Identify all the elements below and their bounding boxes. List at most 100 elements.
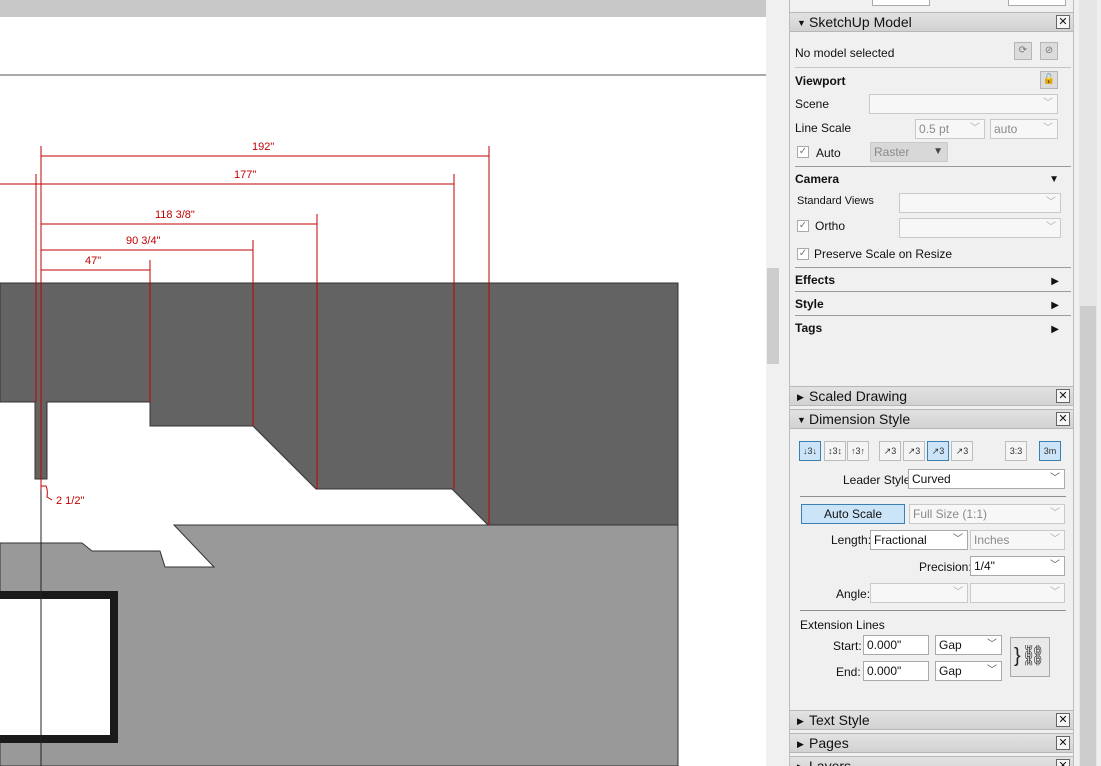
inspector-scrollbar-thumb[interactable] [1080, 306, 1096, 766]
panel-title: Layers [809, 758, 852, 766]
panel-header-dimension-style[interactable]: ▼ Dimension Style ✕ [790, 409, 1073, 429]
panel-header-layers[interactable]: ▶Layers ✕ [790, 756, 1073, 766]
expand-triangle-icon: ▶ [797, 392, 804, 402]
scene-select[interactable]: ﹀ [869, 94, 1058, 114]
length-label: Length: [831, 533, 872, 547]
show-units-icon[interactable]: 3:3 [1005, 441, 1027, 461]
line-scale-mode-select[interactable]: auto ﹀ [990, 119, 1058, 139]
refresh-icon[interactable]: ⟳ [1014, 42, 1032, 60]
length-unit-select[interactable]: Inches ﹀ [970, 530, 1065, 550]
close-icon[interactable]: ✕ [1056, 759, 1070, 766]
chevron-down-icon: ﹀ [1043, 98, 1053, 109]
auto-scale-button[interactable]: Auto Scale [801, 504, 905, 524]
angle-precision-select[interactable]: ﹀ [970, 583, 1065, 603]
expand-triangle-icon: ▶ [797, 739, 804, 749]
top-field-right[interactable] [1008, 0, 1066, 6]
auto-label: Auto [816, 146, 841, 160]
unlink-icon[interactable]: ⊘ [1040, 42, 1058, 60]
scene-label: Scene [795, 97, 830, 111]
style-label: Style [795, 297, 824, 311]
precision-select[interactable]: 1/4" ﹀ [970, 556, 1065, 576]
expand-triangle-icon: ▶ [797, 716, 804, 726]
panel-header-scaled-drawing[interactable]: ▶ Scaled Drawing ✕ [790, 386, 1073, 406]
window-glass [0, 599, 110, 735]
align-angled-icon[interactable]: ↗3 [951, 441, 973, 461]
dim-label-192: 192" [252, 141, 274, 153]
expand-triangle-icon: ▶ [797, 758, 809, 766]
panel-title: Dimension Style [809, 411, 911, 427]
panel-title: Pages [809, 735, 849, 751]
dim-label-90: 90 3/4" [126, 235, 161, 247]
line-scale-select[interactable]: 0.5 pt ﹀ [915, 119, 985, 139]
align-horizontal-icon[interactable]: ↗3 [879, 441, 901, 461]
chevron-down-icon: ﹀ [1050, 560, 1060, 571]
chevron-down-icon: ﹀ [953, 534, 963, 545]
panel-gutter [780, 0, 789, 766]
standard-views-label: Standard Views [797, 195, 874, 207]
panel-title: SketchUp Model [809, 14, 912, 30]
expand-right-icon[interactable]: ▶ [1051, 276, 1059, 287]
camera-label: Camera [795, 172, 840, 186]
text-below-icon[interactable]: ↑3↑ [847, 441, 869, 461]
end-label: End: [836, 665, 861, 679]
align-perpendicular-icon[interactable]: ↗3 [927, 441, 949, 461]
chevron-down-icon: ﹀ [987, 639, 997, 650]
chevron-down-icon: ﹀ [1050, 534, 1060, 545]
angle-format-select[interactable]: ﹀ [870, 583, 968, 603]
expand-right-icon[interactable]: ▶ [1051, 324, 1059, 335]
inspector-scrollbar[interactable] [1075, 0, 1101, 766]
standard-views-select[interactable]: ﹀ [899, 193, 1061, 213]
preserve-scale-label: Preserve Scale on Resize [814, 247, 953, 261]
start-input[interactable]: 0.000" [863, 635, 929, 655]
chain-link-icon[interactable]: }⛓ [1010, 637, 1050, 677]
end-mode-select[interactable]: Gap ﹀ [935, 661, 1002, 681]
top-field-left[interactable] [872, 0, 930, 6]
scale-select[interactable]: Full Size (1:1) ﹀ [909, 504, 1065, 524]
show-unit-label-icon[interactable]: 3m [1039, 441, 1061, 461]
extension-lines-label: Extension Lines [800, 618, 885, 632]
chevron-down-icon: ﹀ [1043, 123, 1053, 134]
dim-label-2-1-2: 2 1/2" [56, 495, 84, 507]
panel-title: Text Style [809, 712, 870, 728]
collapse-triangle-icon: ▼ [797, 415, 806, 425]
dim-label-177: 177" [234, 169, 256, 181]
drawing-svg: 192" 177" 118 3/8" 90 3/4" 47" 2 1/2" [0, 74, 766, 766]
close-icon[interactable]: ✕ [1056, 736, 1070, 750]
auto-checkbox[interactable]: ✓ [797, 146, 809, 158]
expand-right-icon[interactable]: ▶ [1051, 300, 1059, 311]
close-icon[interactable]: ✕ [1056, 713, 1070, 727]
ortho-checkbox[interactable]: ✓ [797, 220, 809, 232]
start-mode-select[interactable]: Gap ﹀ [935, 635, 1002, 655]
angle-label: Angle: [836, 587, 871, 601]
length-format-select[interactable]: Fractional ﹀ [870, 530, 968, 550]
leader-style-select[interactable]: Curved ﹀ [908, 469, 1065, 489]
ortho-select[interactable]: ﹀ [899, 218, 1061, 238]
text-inline-icon[interactable]: ↕3↕ [824, 441, 846, 461]
lock-icon[interactable]: 🔓 [1040, 71, 1058, 89]
panel-header-pages[interactable]: ▶ Pages ✕ [790, 733, 1073, 753]
viewport-label: Viewport [795, 74, 846, 88]
end-input[interactable]: 0.000" [863, 661, 929, 681]
close-icon[interactable]: ✕ [1056, 15, 1070, 29]
start-label: Start: [833, 639, 862, 653]
close-icon[interactable]: ✕ [1056, 389, 1070, 403]
divider [795, 291, 1071, 292]
chevron-down-icon: ﹀ [1050, 473, 1060, 484]
dark-shape [0, 282, 679, 526]
chevron-down-icon: ﹀ [1046, 222, 1056, 233]
chevron-down-icon: ﹀ [970, 123, 980, 134]
expand-down-icon[interactable]: ▼ [1049, 174, 1059, 185]
canvas-scrollbar-thumb[interactable] [767, 268, 779, 364]
ortho-label: Ortho [815, 219, 846, 233]
panel-header-sketchup-model[interactable]: ▼ SketchUp Model ✕ [790, 12, 1073, 32]
text-above-icon[interactable]: ↓3↓ [799, 441, 821, 461]
preserve-scale-checkbox[interactable]: ✓ [797, 248, 809, 260]
precision-label: Precision: [919, 560, 972, 574]
align-aligned-icon[interactable]: ↗3 [903, 441, 925, 461]
render-mode-select[interactable]: Raster ▼ [870, 142, 948, 162]
close-icon[interactable]: ✕ [1056, 412, 1070, 426]
panel-header-text-style[interactable]: ▶ Text Style ✕ [790, 710, 1073, 730]
canvas-scrollbar[interactable] [766, 0, 780, 766]
divider [795, 67, 1071, 68]
drawing-canvas[interactable]: 192" 177" 118 3/8" 90 3/4" 47" 2 1/2" [0, 0, 766, 766]
